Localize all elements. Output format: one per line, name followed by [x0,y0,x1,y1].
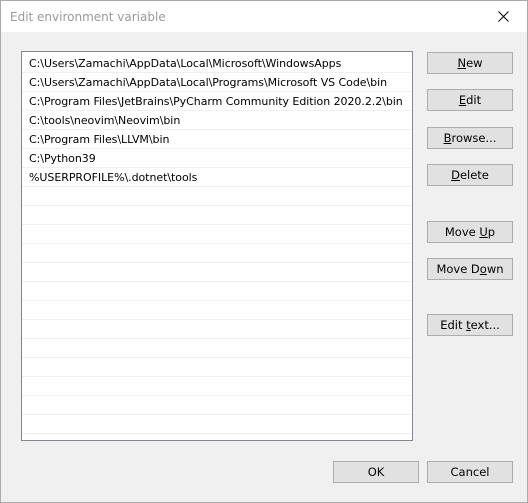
list-item[interactable]: C:\Python39 [22,149,412,168]
empty-list-row[interactable] [22,358,412,377]
move-down-button[interactable]: Move Down [427,258,513,280]
empty-list-row[interactable] [22,301,412,320]
path-text: C:\Program Files\LLVM\bin [29,133,170,146]
empty-list-row[interactable] [22,206,412,225]
empty-list-row[interactable] [22,377,412,396]
path-text: C:\tools\neovim\Neovim\bin [29,114,181,127]
list-item[interactable]: C:\Users\Zamachi\AppData\Local\Microsoft… [22,54,412,73]
edit-environment-variable-dialog: Edit environment variable C:\Users\Zamac… [0,0,528,503]
empty-list-row[interactable] [22,263,412,282]
dialog-title: Edit environment variable [10,10,166,24]
close-button[interactable] [481,1,527,32]
path-text: C:\Program Files\JetBrains\PyCharm Commu… [29,95,403,108]
edit-button[interactable]: Edit [427,89,513,111]
path-list[interactable]: C:\Users\Zamachi\AppData\Local\Microsoft… [21,51,413,441]
empty-list-row[interactable] [22,244,412,263]
new-button[interactable]: New [427,52,513,74]
empty-list-row[interactable] [22,415,412,434]
edit-text-button[interactable]: Edit text... [427,314,513,336]
list-item[interactable]: %USERPROFILE%\.dotnet\tools [22,168,412,187]
list-item[interactable]: C:\Program Files\JetBrains\PyCharm Commu… [22,92,412,111]
path-text: C:\Users\Zamachi\AppData\Local\Programs\… [29,76,388,89]
browse-button[interactable]: Browse... [427,127,513,149]
empty-list-row[interactable] [22,187,412,206]
list-item[interactable]: C:\Program Files\LLVM\bin [22,130,412,149]
delete-button[interactable]: Delete [427,164,513,186]
close-icon [498,11,509,22]
empty-list-row[interactable] [22,320,412,339]
empty-list-row[interactable] [22,339,412,358]
path-text: C:\Python39 [29,152,96,165]
move-up-button[interactable]: Move Up [427,221,513,243]
empty-list-row[interactable] [22,225,412,244]
path-text: C:\Users\Zamachi\AppData\Local\Microsoft… [29,57,342,70]
list-item[interactable]: C:\Users\Zamachi\AppData\Local\Programs\… [22,73,412,92]
cancel-button[interactable]: Cancel [427,461,513,483]
ok-button[interactable]: OK [333,461,419,483]
title-bar[interactable]: Edit environment variable [1,1,527,32]
empty-list-row[interactable] [22,282,412,301]
empty-list-row[interactable] [22,396,412,415]
path-text: %USERPROFILE%\.dotnet\tools [29,171,198,184]
list-item[interactable]: C:\tools\neovim\Neovim\bin [22,111,412,130]
